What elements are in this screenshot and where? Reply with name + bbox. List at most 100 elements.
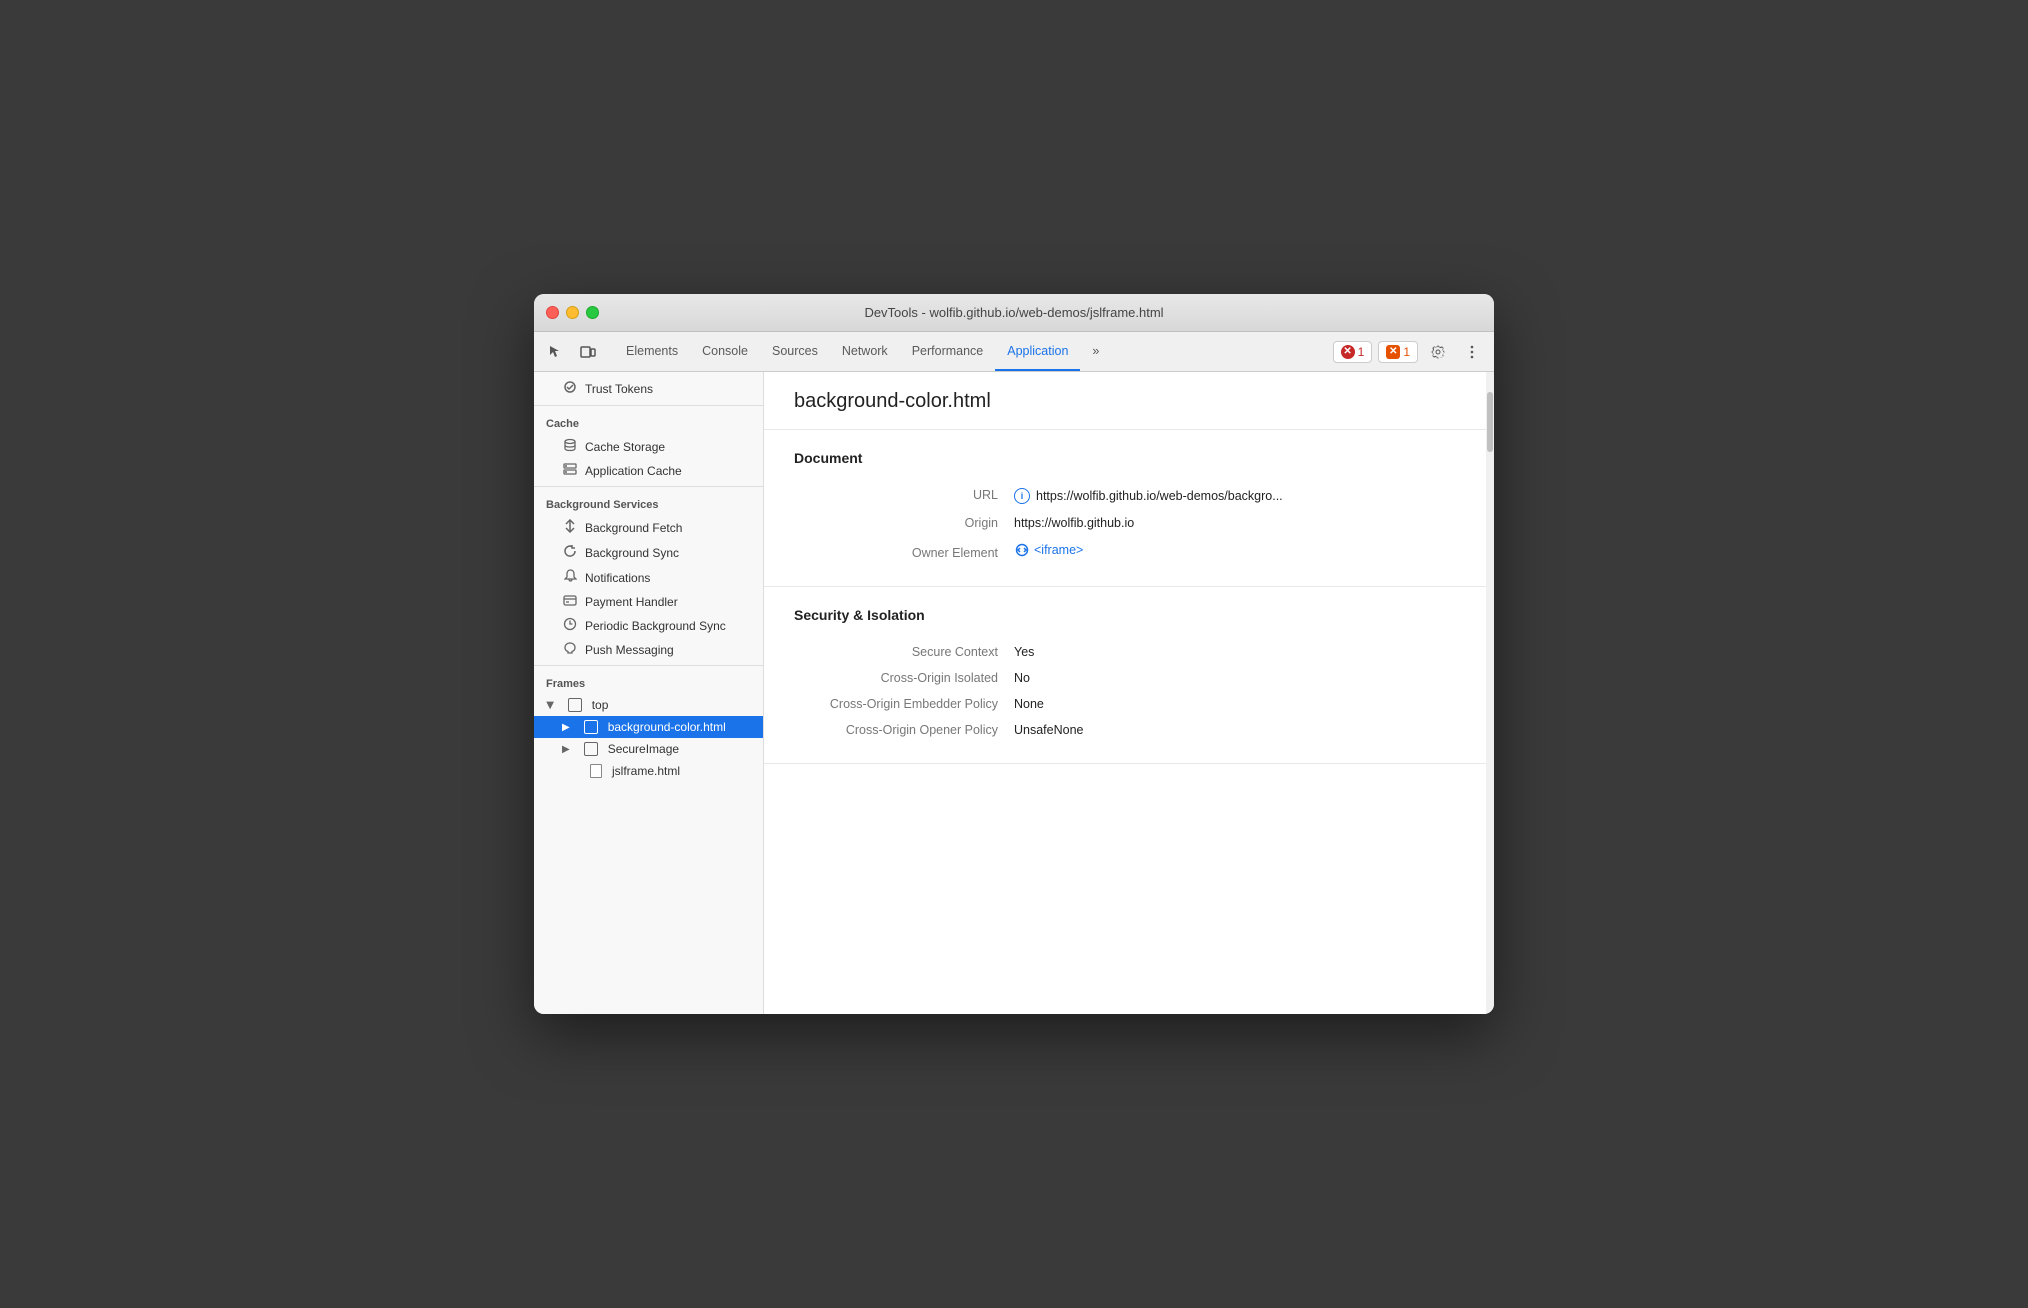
sidebar: Trust Tokens Cache Cache Storage — [534, 372, 764, 1014]
sidebar-item-background-color[interactable]: ▶ background-color.html — [534, 716, 763, 738]
secure-context-text: Yes — [1014, 645, 1034, 659]
cross-origin-isolated-value: No — [1014, 671, 1030, 685]
error-badge-button[interactable]: ✕ 1 — [1333, 341, 1373, 363]
origin-value: https://wolfib.github.io — [1014, 516, 1134, 530]
url-value: i https://wolfib.github.io/web-demos/bac… — [1014, 488, 1283, 504]
secure-image-label: SecureImage — [608, 742, 679, 756]
traffic-lights — [546, 306, 599, 319]
error-count: 1 — [1358, 345, 1365, 359]
sidebar-item-cache-storage[interactable]: Cache Storage — [534, 434, 763, 459]
sidebar-item-background-sync[interactable]: Background Sync — [534, 540, 763, 565]
sidebar-item-push-messaging[interactable]: Push Messaging — [534, 638, 763, 661]
security-section: Security & Isolation Secure Context Yes … — [764, 587, 1486, 764]
bg-color-icon — [584, 720, 598, 734]
top-frame-icon — [568, 698, 582, 712]
secure-image-arrow: ▶ — [562, 744, 570, 755]
document-section: Document URL i https://wolfib.github.io/… — [764, 430, 1486, 587]
cross-origin-isolated-text: No — [1014, 671, 1030, 685]
sidebar-item-notifications[interactable]: Notifications — [534, 565, 763, 590]
tab-console[interactable]: Console — [690, 332, 760, 371]
payment-handler-icon — [562, 594, 578, 609]
background-fetch-icon — [562, 519, 578, 536]
divider-1 — [534, 405, 763, 406]
warn-count: 1 — [1403, 345, 1410, 359]
origin-row: Origin https://wolfib.github.io — [794, 510, 1456, 536]
device-toolbar-icon[interactable] — [574, 338, 602, 366]
warn-badge-button[interactable]: ✕ 1 — [1378, 341, 1418, 363]
document-section-title: Document — [794, 450, 1456, 466]
owner-element-link[interactable]: <iframe> — [1014, 542, 1083, 558]
background-sync-label: Background Sync — [585, 546, 679, 560]
sidebar-item-background-fetch[interactable]: Background Fetch — [534, 515, 763, 540]
cross-origin-opener-label: Cross-Origin Opener Policy — [794, 723, 1014, 737]
titlebar: DevTools - wolfib.github.io/web-demos/js… — [534, 294, 1494, 332]
payment-handler-label: Payment Handler — [585, 595, 678, 609]
main-content: background-color.html Document URL i htt… — [764, 372, 1486, 1014]
secure-image-icon — [584, 742, 598, 756]
settings-icon[interactable] — [1424, 338, 1452, 366]
tabs-right-actions: ✕ 1 ✕ 1 — [1333, 332, 1486, 371]
bg-color-label: background-color.html — [608, 720, 726, 734]
tab-performance[interactable]: Performance — [900, 332, 996, 371]
sidebar-item-trust-tokens[interactable]: Trust Tokens — [534, 376, 763, 401]
scrollbar-thumb[interactable] — [1487, 392, 1493, 452]
warn-icon: ✕ — [1386, 345, 1400, 359]
cross-origin-opener-row: Cross-Origin Opener Policy UnsafeNone — [794, 717, 1456, 743]
url-text: https://wolfib.github.io/web-demos/backg… — [1036, 489, 1283, 503]
periodic-bg-sync-label: Periodic Background Sync — [585, 619, 726, 633]
sidebar-item-application-cache[interactable]: Application Cache — [534, 459, 763, 482]
cross-origin-isolated-label: Cross-Origin Isolated — [794, 671, 1014, 685]
divider-2 — [534, 486, 763, 487]
origin-text: https://wolfib.github.io — [1014, 516, 1134, 530]
secure-context-row: Secure Context Yes — [794, 639, 1456, 665]
trust-tokens-icon — [562, 380, 578, 397]
trust-tokens-label: Trust Tokens — [585, 382, 653, 396]
cross-origin-opener-value: UnsafeNone — [1014, 723, 1084, 737]
cross-origin-isolated-row: Cross-Origin Isolated No — [794, 665, 1456, 691]
tab-elements[interactable]: Elements — [614, 332, 690, 371]
page-title: background-color.html — [764, 372, 1486, 430]
origin-label: Origin — [794, 516, 1014, 530]
bg-color-arrow: ▶ — [562, 722, 570, 733]
error-icon: ✕ — [1341, 345, 1355, 359]
cross-origin-embedder-row: Cross-Origin Embedder Policy None — [794, 691, 1456, 717]
notifications-icon — [562, 569, 578, 586]
toolbar-icons — [542, 332, 608, 371]
application-cache-icon — [562, 463, 578, 478]
cache-storage-icon — [562, 438, 578, 455]
cross-origin-embedder-value: None — [1014, 697, 1044, 711]
background-sync-icon — [562, 544, 578, 561]
secure-context-value: Yes — [1014, 645, 1034, 659]
owner-element-text: <iframe> — [1034, 543, 1083, 557]
tab-network[interactable]: Network — [830, 332, 900, 371]
sidebar-item-periodic-bg-sync[interactable]: Periodic Background Sync — [534, 613, 763, 638]
push-messaging-icon — [562, 642, 578, 657]
application-cache-label: Application Cache — [585, 464, 682, 478]
jslframe-label: jslframe.html — [612, 764, 680, 778]
sidebar-item-jslframe[interactable]: jslframe.html — [534, 760, 763, 782]
divider-3 — [534, 665, 763, 666]
minimize-button[interactable] — [566, 306, 579, 319]
maximize-button[interactable] — [586, 306, 599, 319]
tab-more[interactable]: » — [1080, 332, 1111, 371]
close-button[interactable] — [546, 306, 559, 319]
owner-element-row: Owner Element <iframe> — [794, 536, 1456, 566]
owner-element-value: <iframe> — [1014, 542, 1083, 558]
cursor-icon[interactable] — [542, 338, 570, 366]
window-title: DevTools - wolfib.github.io/web-demos/js… — [864, 305, 1163, 320]
sidebar-item-top-frame[interactable]: ▶ top — [534, 694, 763, 716]
url-secure-icon: i — [1014, 488, 1030, 504]
background-fetch-label: Background Fetch — [585, 521, 682, 535]
periodic-bg-sync-icon — [562, 617, 578, 634]
cross-origin-opener-text: UnsafeNone — [1014, 723, 1084, 737]
tab-sources[interactable]: Sources — [760, 332, 830, 371]
tab-application[interactable]: Application — [995, 332, 1080, 371]
secure-context-label: Secure Context — [794, 645, 1014, 659]
devtools-tabbar: Elements Console Sources Network Perform… — [534, 332, 1494, 372]
bg-services-section-label: Background Services — [534, 491, 763, 515]
more-options-icon[interactable] — [1458, 338, 1486, 366]
scrollbar[interactable] — [1486, 372, 1494, 1014]
sidebar-item-payment-handler[interactable]: Payment Handler — [534, 590, 763, 613]
sidebar-item-secure-image[interactable]: ▶ SecureImage — [534, 738, 763, 760]
top-frame-arrow: ▶ — [544, 701, 555, 709]
